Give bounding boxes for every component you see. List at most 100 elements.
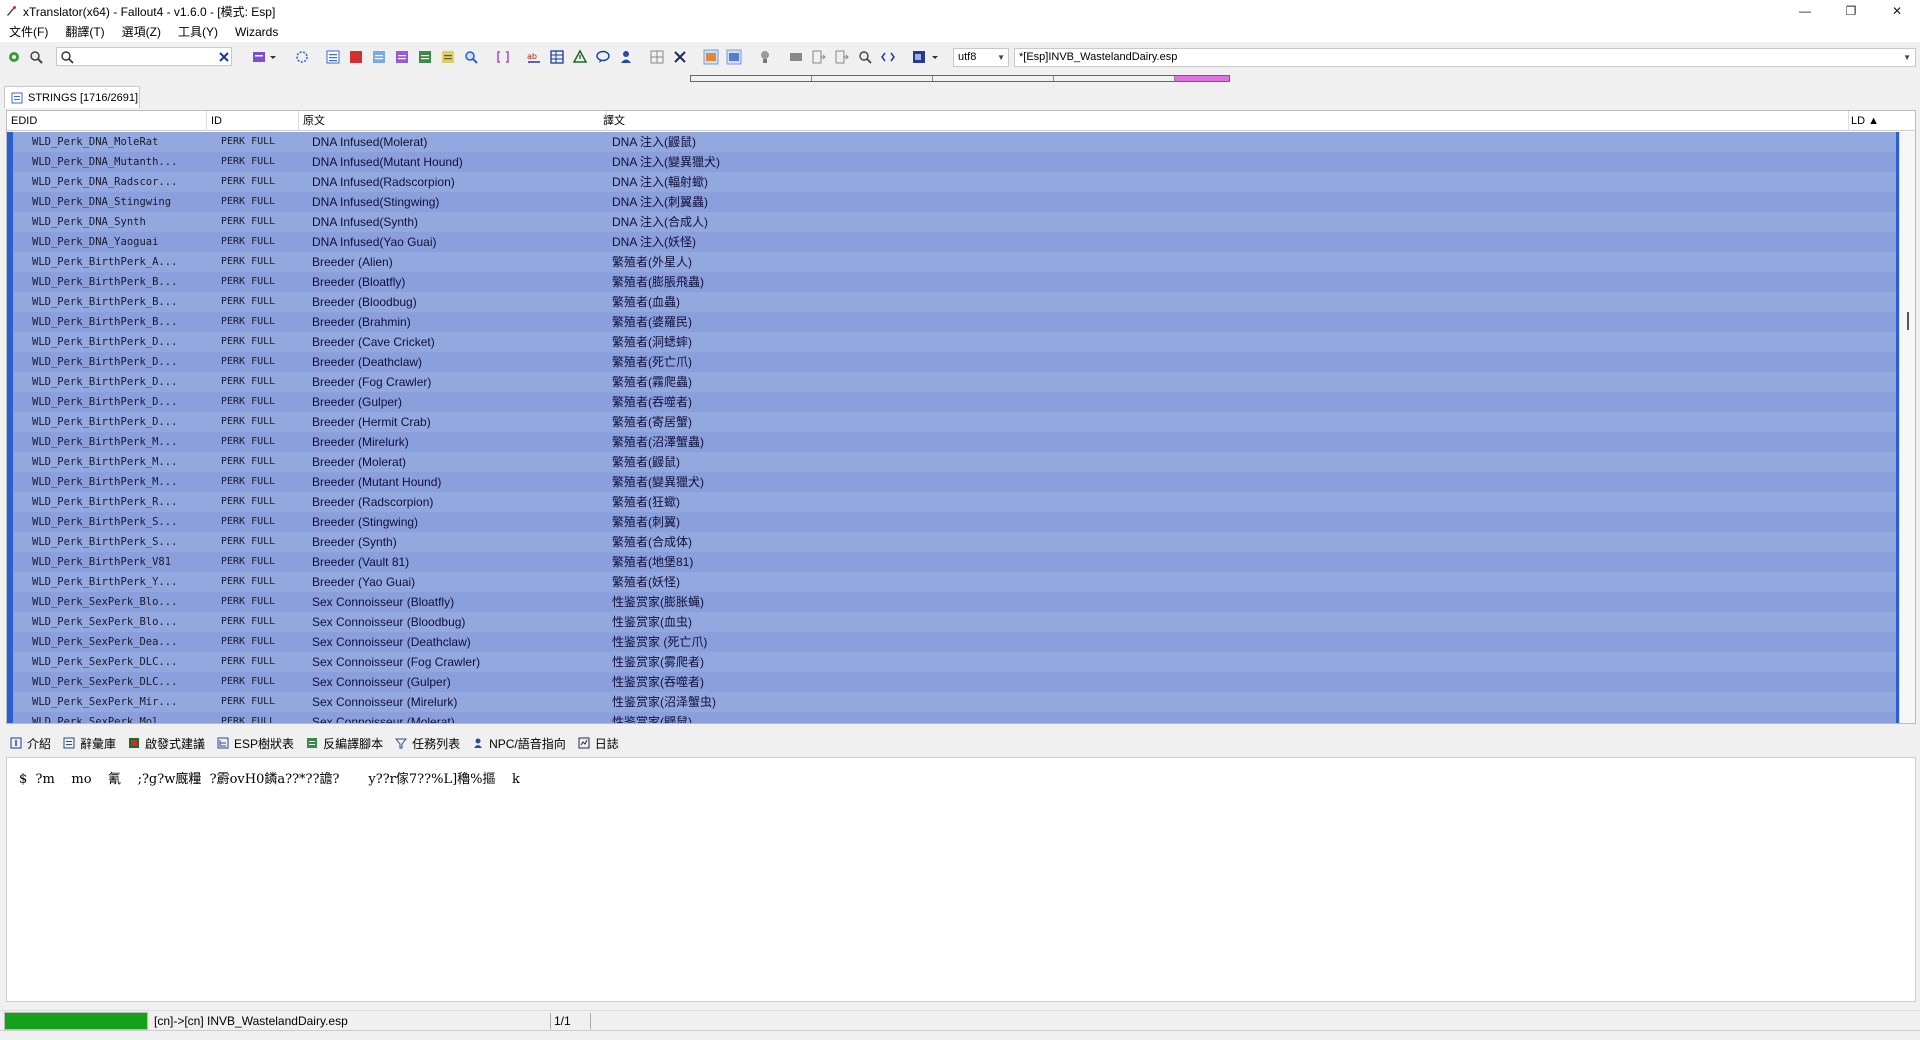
zoom-icon[interactable] [856, 48, 874, 66]
table-row[interactable]: WLD_Perk_BirthPerk_M... PERK FULL Breeder … [7, 432, 1897, 452]
minimize-button[interactable]: — [1782, 0, 1828, 22]
code-icon[interactable] [879, 48, 897, 66]
tab-vocabulary[interactable]: 辭彙庫 [57, 733, 122, 753]
cell-source: Breeder (Alien) [312, 255, 393, 269]
bulb-icon[interactable] [756, 48, 774, 66]
table-row[interactable]: WLD_Perk_BirthPerk_B... PERK FULL Breeder … [7, 292, 1897, 312]
column-header-ld[interactable]: LD ▲ [1847, 111, 1897, 131]
table-row[interactable]: WLD_Perk_DNA_Synth PERK FULL DNA Infused(S… [7, 212, 1897, 232]
table-row[interactable]: WLD_Perk_SexPerk_Blo... PERK FULL Sex Conn… [7, 592, 1897, 612]
delete-x-icon[interactable] [671, 48, 689, 66]
file-select[interactable]: *[Esp]INVB_WastelandDairy.esp ▼ [1014, 48, 1916, 67]
tab-decompile[interactable]: 反編譯腳本 [300, 733, 389, 753]
import-icon[interactable] [810, 48, 828, 66]
column-header-source[interactable]: 原文 [299, 111, 607, 131]
clear-search-icon[interactable] [218, 51, 230, 63]
table-row[interactable]: WLD_Perk_SexPerk_Mol... PERK FULL Sex Conn… [7, 712, 1897, 723]
table-icon[interactable] [548, 48, 566, 66]
menu-options[interactable]: 選項(Z) [117, 22, 166, 42]
cell-edid: WLD_Perk_BirthPerk_D... [32, 376, 178, 388]
find-icon[interactable] [462, 48, 480, 66]
tab-esp-tree[interactable]: ESP樹狀表 [211, 733, 300, 753]
menu-wizards[interactable]: Wizards [230, 22, 283, 42]
filter-dropdown-icon[interactable] [250, 48, 268, 66]
cell-id: PERK FULL [221, 476, 276, 487]
export-icon[interactable] [787, 48, 805, 66]
column-header-edid[interactable]: EDID [7, 111, 207, 131]
tab-intro[interactable]: 介紹 [4, 733, 57, 753]
menu-tools[interactable]: 工具(Y) [173, 22, 223, 42]
search-input[interactable] [75, 49, 215, 64]
table-row[interactable]: WLD_Perk_SexPerk_DLC... PERK FULL Sex Conn… [7, 652, 1897, 672]
table-row[interactable]: WLD_Perk_BirthPerk_D... PERK FULL Breeder … [7, 412, 1897, 432]
details-text-panel[interactable]: $ ?m mo 氰 ;?g?w廐糧 ?霨ovH0鏻a??*??譫? y??r傢7… [6, 757, 1916, 1002]
vertical-scrollbar[interactable] [1899, 132, 1915, 723]
table-row[interactable]: WLD_Perk_DNA_MoleRat PERK FULL DNA Infused… [7, 132, 1897, 152]
spellcheck-icon[interactable]: ab [525, 48, 543, 66]
close-button[interactable]: ✕ [1874, 0, 1920, 22]
list-blue-icon[interactable] [324, 48, 342, 66]
table-row[interactable]: WLD_Perk_SexPerk_Mir... PERK FULL Sex Conn… [7, 692, 1897, 712]
menu-translate[interactable]: 翻譯(T) [60, 22, 109, 42]
chevron-down-icon[interactable] [268, 48, 278, 66]
cell-translation: 繁殖者(外星人) [612, 255, 692, 269]
brackets-icon[interactable] [494, 48, 512, 66]
table-row[interactable]: WLD_Perk_DNA_Mutanth... PERK FULL DNA Infu… [7, 152, 1897, 172]
table-row[interactable]: WLD_Perk_BirthPerk_D... PERK FULL Breeder … [7, 372, 1897, 392]
tab-npc-voice[interactable]: NPC/語音指向 [466, 733, 572, 753]
table-row[interactable]: WLD_Perk_SexPerk_Dea... PERK FULL Sex Conn… [7, 632, 1897, 652]
table-row[interactable]: WLD_Perk_BirthPerk_S... PERK FULL Breeder … [7, 512, 1897, 532]
tab-log[interactable]: 日誌 [572, 733, 625, 753]
list-red-icon[interactable] [347, 48, 365, 66]
table-row[interactable]: WLD_Perk_BirthPerk_D... PERK FULL Breeder … [7, 332, 1897, 352]
search-settings-icon[interactable] [27, 48, 45, 66]
table-row[interactable]: WLD_Perk_DNA_Radscor... PERK FULL DNA Infu… [7, 172, 1897, 192]
table-row[interactable]: WLD_Perk_BirthPerk_M... PERK FULL Breeder … [7, 472, 1897, 492]
list-green-icon[interactable] [416, 48, 434, 66]
table-row[interactable]: WLD_Perk_BirthPerk_B... PERK FULL Breeder … [7, 272, 1897, 292]
table-row[interactable]: WLD_Perk_SexPerk_Blo... PERK FULL Sex Conn… [7, 612, 1897, 632]
import2-icon[interactable] [833, 48, 851, 66]
circle-dotted-icon[interactable] [293, 48, 311, 66]
table-row[interactable]: WLD_Perk_BirthPerk_R... PERK FULL Breeder … [7, 492, 1897, 512]
tab-quests[interactable]: 任務列表 [389, 733, 466, 753]
table-row[interactable]: WLD_Perk_BirthPerk_B... PERK FULL Breeder … [7, 312, 1897, 332]
cell-source: DNA Infused(Radscorpion) [312, 175, 455, 189]
encoding-select[interactable]: utf8 ▼ [953, 48, 1009, 67]
cell-translation: 繁殖者(吞噬者) [612, 395, 692, 409]
table-row[interactable]: WLD_Perk_BirthPerk_S... PERK FULL Breeder … [7, 532, 1897, 552]
grid-gray-icon[interactable] [648, 48, 666, 66]
toggle-orange-icon[interactable] [702, 48, 720, 66]
table-row[interactable]: WLD_Perk_SexPerk_DLC... PERK FULL Sex Conn… [7, 672, 1897, 692]
menu-file[interactable]: 文件(F) [4, 22, 53, 42]
gear-green-icon[interactable] [5, 48, 23, 66]
user-icon[interactable] [617, 48, 635, 66]
scroll-thumb[interactable] [1907, 312, 1909, 330]
toggle-blue-icon[interactable] [725, 48, 743, 66]
cell-translation: 繁殖者(洞蟋蟀) [612, 335, 692, 349]
list-lightblue-icon[interactable] [370, 48, 388, 66]
warning-icon[interactable] [571, 48, 589, 66]
cell-id: PERK FULL [221, 256, 276, 267]
table-row[interactable]: WLD_Perk_BirthPerk_D... PERK FULL Breeder … [7, 392, 1897, 412]
tab-heuristic[interactable]: 啟發式建議 [122, 733, 211, 753]
table-row[interactable]: WLD_Perk_BirthPerk_Y... PERK FULL Breeder … [7, 572, 1897, 592]
maximize-button[interactable]: ❐ [1828, 0, 1874, 22]
table-row[interactable]: WLD_Perk_DNA_Yaoguai PERK FULL DNA Infused… [7, 232, 1897, 252]
column-header-dest[interactable]: 譯文 [599, 111, 1849, 131]
tab-strings[interactable]: STRINGS [1716/2691] [4, 86, 140, 108]
table-row[interactable]: WLD_Perk_BirthPerk_M... PERK FULL Breeder … [7, 452, 1897, 472]
list-yellow-icon[interactable] [439, 48, 457, 66]
column-header-id[interactable]: ID [207, 111, 299, 131]
table-row[interactable]: WLD_Perk_DNA_Stingwing PERK FULL DNA Infus… [7, 192, 1897, 212]
strip-segment-highlight [1175, 76, 1229, 81]
table-row[interactable]: WLD_Perk_BirthPerk_V81 PERK FULL Breeder (… [7, 552, 1897, 572]
cell-edid: WLD_Perk_DNA_Yaoguai [32, 236, 159, 248]
view-mode-icon[interactable] [910, 48, 928, 66]
comment-icon[interactable] [594, 48, 612, 66]
cell-source: Breeder (Synth) [312, 535, 397, 549]
table-row[interactable]: WLD_Perk_BirthPerk_A... PERK FULL Breeder … [7, 252, 1897, 272]
list-purple-icon[interactable] [393, 48, 411, 66]
view-mode-chevron-icon[interactable] [930, 48, 940, 66]
table-row[interactable]: WLD_Perk_BirthPerk_D... PERK FULL Breeder … [7, 352, 1897, 372]
